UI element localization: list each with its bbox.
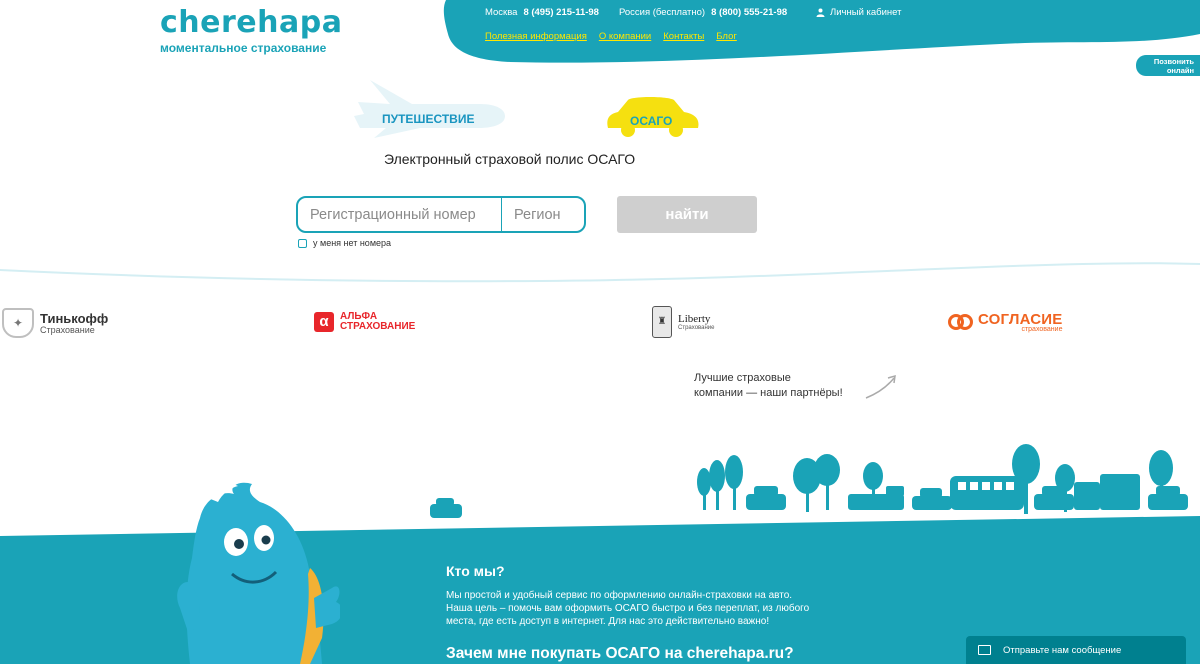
nav-useful-info[interactable]: Полезная информация	[485, 31, 587, 42]
logo[interactable]: cherehapa моментальное страхование	[160, 5, 343, 56]
partners-note-line2: компании — наши партнёры!	[694, 387, 843, 399]
registration-number-input[interactable]	[298, 198, 502, 231]
partners-note-line1: Лучшие страховые	[694, 372, 791, 384]
phone-russia-label: Россия (бесплатно)	[618, 7, 706, 18]
about-section: Кто мы? Мы простой и удобный сервис по о…	[446, 563, 846, 628]
liberty-name: Liberty	[678, 313, 711, 325]
callback-button[interactable]: Позвонить онлайн	[1136, 55, 1200, 76]
mascot-illustration	[177, 482, 340, 664]
logo-subtitle: моментальное страхование	[160, 41, 327, 55]
partner-alfa[interactable]: α АЛЬФА СТРАХОВАНИЕ	[314, 312, 415, 332]
cabinet-link[interactable]: Личный кабинет	[816, 7, 901, 18]
tinkoff-sub: Страхование	[40, 325, 95, 335]
phone-contacts: Москва 8 (495) 215-11-98 Россия (бесплат…	[485, 7, 787, 18]
product-travel-label: ПУТЕШЕСТВИЕ	[382, 112, 475, 126]
envelope-icon	[978, 645, 991, 655]
nav-blog[interactable]: Блог	[716, 31, 737, 42]
partners-note: Лучшие страховые компании — наши партнёр…	[694, 371, 843, 401]
liberty-sub: Страхование	[678, 325, 715, 331]
alfa-logo-icon: α	[314, 312, 334, 332]
top-nav: Полезная информация О компании Контакты …	[485, 31, 737, 42]
page-title: Электронный страховой полис ОСАГО	[384, 151, 636, 167]
nav-about[interactable]: О компании	[599, 31, 651, 42]
no-number-checkbox[interactable]	[298, 238, 307, 248]
no-number-option: у меня нет номера	[298, 238, 391, 248]
about-line2: Наша цель – помочь вам оформить ОСАГО бы…	[446, 603, 810, 614]
why-title: Зачем мне покупать ОСАГО на cherehapa.ru…	[446, 645, 794, 662]
product-travel[interactable]: ПУТЕШЕСТВИЕ	[350, 78, 510, 140]
arrow-icon	[865, 374, 896, 399]
about-line3: места, где есть доступ в интернет. Для н…	[446, 616, 770, 627]
soglasie-rings-icon	[948, 314, 973, 330]
product-osago[interactable]: ОСАГО	[604, 94, 700, 138]
product-osago-label: ОСАГО	[630, 114, 673, 128]
find-button[interactable]: найти	[617, 196, 757, 233]
phone-moscow[interactable]: 8 (495) 215-11-98	[523, 7, 599, 18]
partner-soglasie[interactable]: СОГЛАСИЕ страхование	[948, 311, 1062, 333]
logo-title: cherehapa	[160, 5, 343, 40]
liberty-statue-icon: ♜	[652, 306, 672, 338]
cabinet-label: Личный кабинет	[830, 7, 902, 18]
phone-moscow-label: Москва	[485, 7, 518, 18]
chat-label: Отправьте нам сообщение	[1003, 644, 1122, 656]
airplane-icon	[354, 80, 505, 138]
wave-divider	[0, 262, 1200, 285]
nav-contacts[interactable]: Контакты	[663, 31, 704, 42]
alfa-line2: СТРАХОВАНИЕ	[340, 321, 416, 332]
region-input[interactable]	[502, 198, 584, 231]
no-number-label[interactable]: у меня нет номера	[313, 238, 391, 248]
phone-russia[interactable]: 8 (800) 555-21-98	[711, 7, 787, 18]
tinkoff-shield-icon: ✦	[2, 308, 34, 338]
partner-tinkoff[interactable]: ✦ Тинькофф Страхование	[2, 308, 108, 338]
about-text: Мы простой и удобный сервис по оформлени…	[446, 589, 846, 628]
chat-widget[interactable]: Отправьте нам сообщение	[966, 636, 1186, 664]
tinkoff-name: Тинькофф	[40, 311, 109, 326]
about-title: Кто мы?	[446, 563, 505, 579]
search-form	[296, 196, 586, 233]
about-line1: Мы простой и удобный сервис по оформлени…	[446, 590, 793, 601]
user-icon	[816, 8, 825, 17]
partner-liberty[interactable]: ♜ Liberty Страхование	[652, 306, 714, 338]
